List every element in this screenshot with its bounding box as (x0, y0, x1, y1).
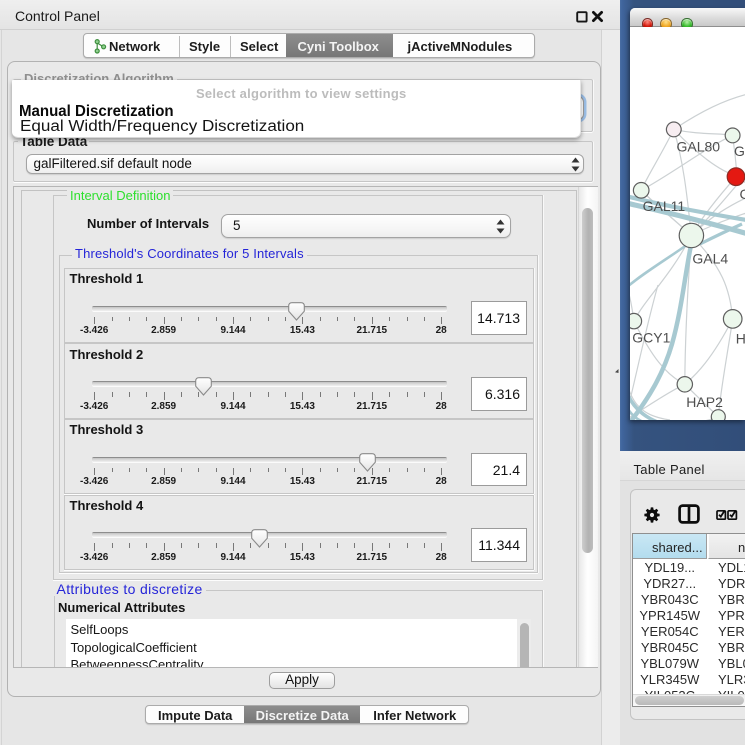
svg-text:GAL80: GAL80 (677, 139, 721, 155)
svg-text:HAP2: HAP2 (686, 394, 723, 410)
svg-text:GAL4: GAL4 (692, 251, 728, 267)
svg-text:GA: GA (734, 143, 745, 159)
svg-text:C: C (740, 186, 745, 202)
svg-text:H: H (736, 331, 745, 347)
svg-text:GAL11: GAL11 (643, 198, 686, 214)
svg-text:GCY1: GCY1 (632, 330, 670, 346)
